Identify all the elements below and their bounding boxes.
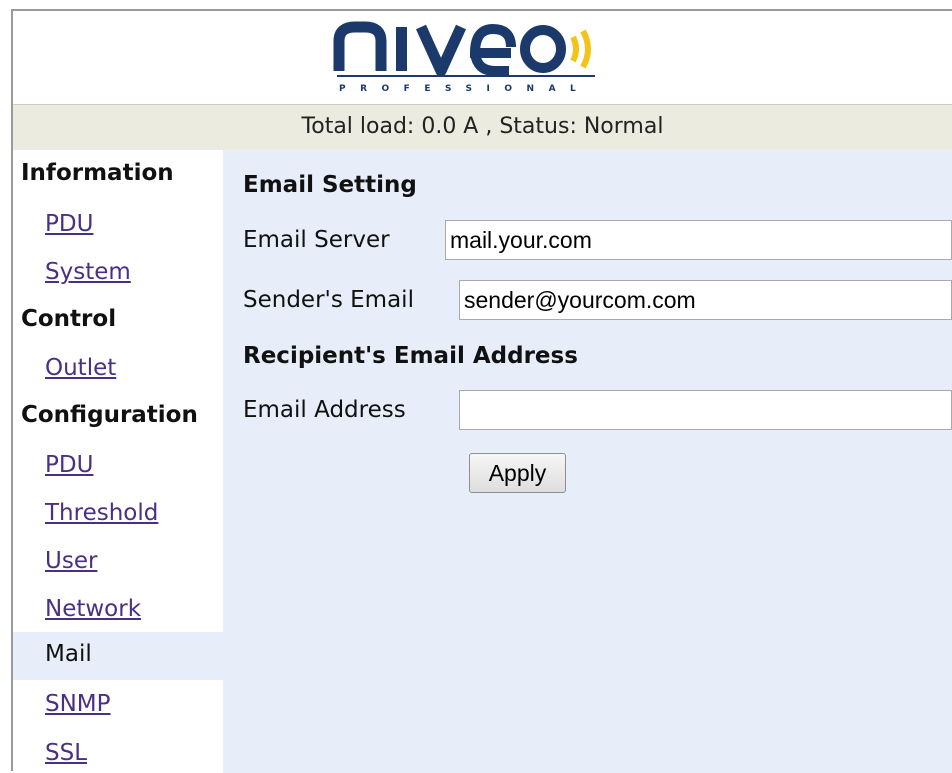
email-address-field[interactable] [459,390,952,430]
email-server-label: Email Server [243,227,390,253]
nav-heading-control: Control [21,306,117,332]
logo-wordmark [333,21,591,75]
logo-rule [337,75,595,77]
logo-subtitle: PROFESSIONAL [339,84,591,94]
status-bar: Total load: 0.0 A , Status: Normal [13,104,952,150]
nav-link-network[interactable]: Network [45,596,141,622]
nav-heading-configuration: Configuration [21,402,198,428]
nav-link-system[interactable]: System [45,259,131,285]
page-frame: PROFESSIONAL Total load: 0.0 A , Status:… [11,9,952,773]
nav-link-user[interactable]: User [45,548,97,574]
email-setting-title: Email Setting [243,172,417,198]
mail-settings-panel: Email Setting Email Server Sender's Emai… [223,150,952,773]
nav-link-snmp[interactable]: SNMP [45,691,111,717]
nav-link-ssl[interactable]: SSL [45,740,87,766]
niveo-logo: PROFESSIONAL [333,13,663,101]
sidebar: Information PDU System Control Outlet Co… [13,150,223,773]
nav-link-configuration-pdu[interactable]: PDU [45,452,93,478]
nav-item-mail-active[interactable]: Mail [13,632,223,680]
sender-email-label: Sender's Email [243,287,414,313]
nav-link-threshold[interactable]: Threshold [45,500,158,526]
nav-heading-information: Information [21,160,174,186]
header: PROFESSIONAL [13,11,952,103]
recipient-email-title: Recipient's Email Address [243,343,578,369]
nav-item-mail-label: Mail [45,641,92,667]
apply-button[interactable]: Apply [469,453,566,493]
email-server-field[interactable] [445,220,952,260]
nav-link-information-pdu[interactable]: PDU [45,211,93,237]
nav-link-outlet[interactable]: Outlet [45,355,116,381]
email-address-label: Email Address [243,397,406,423]
sender-email-field[interactable] [459,280,952,320]
